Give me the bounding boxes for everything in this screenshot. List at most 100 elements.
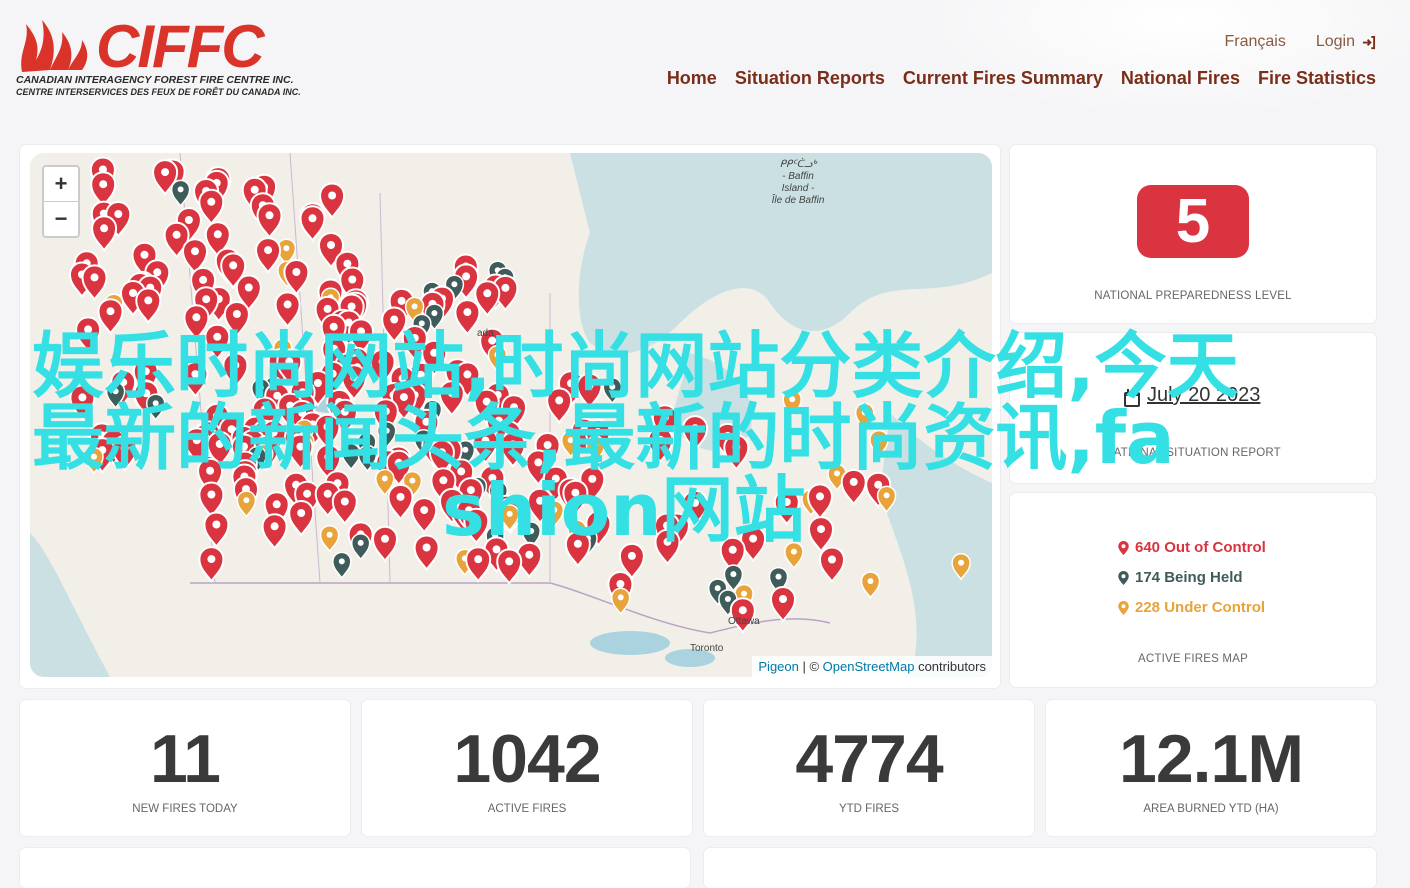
fire-marker[interactable] [782, 389, 802, 418]
fire-marker[interactable] [465, 546, 492, 584]
nav-home[interactable]: Home [667, 68, 717, 89]
fire-marker[interactable] [274, 291, 301, 329]
fire-marker[interactable] [560, 430, 581, 458]
nav-fire-statistics[interactable]: Fire Statistics [1258, 68, 1376, 89]
fire-marker[interactable] [840, 468, 867, 506]
fire-marker[interactable] [75, 316, 102, 354]
stat-label: NEW FIRES TODAY [132, 803, 238, 815]
fire-marker[interactable] [319, 524, 340, 553]
fire-marker[interactable] [472, 427, 499, 465]
preparedness-level-badge: 5 [1137, 185, 1249, 258]
stat-ytd-fires[interactable]: 4774 YTD FIRES [704, 700, 1034, 836]
fire-marker[interactable] [807, 516, 835, 553]
zoom-out-button[interactable]: − [44, 201, 78, 236]
fire-marker[interactable] [376, 420, 397, 449]
fire-marker[interactable] [97, 298, 124, 336]
fire-marker[interactable] [287, 433, 314, 471]
fire-marker[interactable] [411, 497, 438, 534]
ciffc-logo[interactable]: CIFFC CANADIAN INTERAGENCY FOREST FIRE C… [16, 10, 301, 100]
fire-marker[interactable] [463, 507, 490, 545]
fire-marker[interactable] [256, 202, 283, 240]
nav-national-fires[interactable]: National Fires [1121, 68, 1240, 89]
stat-active-fires[interactable]: 1042 ACTIVE FIRES [362, 700, 692, 836]
fire-marker[interactable] [438, 380, 465, 417]
fire-marker[interactable] [332, 551, 352, 580]
fire-marker[interactable] [562, 479, 589, 517]
fire-marker[interactable] [341, 443, 361, 471]
language-link[interactable]: Français [1224, 33, 1285, 51]
fire-marker[interactable] [723, 434, 750, 472]
fire-marker[interactable] [854, 402, 875, 431]
zoom-in-button[interactable]: + [44, 167, 78, 201]
fire-marker[interactable] [203, 511, 230, 549]
pigeon-link[interactable]: Pigeon [758, 659, 798, 674]
fire-marker[interactable] [198, 546, 225, 583]
fire-marker[interactable] [860, 571, 881, 599]
fire-marker[interactable] [111, 435, 138, 473]
legend-out-of-control: 640 Out of Control [1118, 539, 1266, 556]
fire-markers[interactable] [30, 153, 992, 677]
fire-marker[interactable] [496, 548, 523, 586]
fire-marker[interactable] [869, 429, 889, 458]
fire-marker[interactable] [204, 323, 231, 361]
fire-marker[interactable] [261, 513, 288, 551]
nav-situation-reports[interactable]: Situation Reports [735, 68, 885, 89]
fire-marker[interactable] [654, 528, 681, 566]
fire-marker[interactable] [182, 361, 209, 398]
situation-report-card[interactable]: July 20 2023 NATIONAL SITUATION REPORT [1010, 333, 1376, 483]
fire-marker[interactable] [135, 287, 162, 325]
fire-marker[interactable] [487, 344, 508, 373]
fire-marker[interactable] [145, 393, 166, 422]
situation-report-date[interactable]: July 20 2023 [1147, 384, 1260, 407]
nav-current-fires-summary[interactable]: Current Fires Summary [903, 68, 1103, 89]
fire-marker[interactable] [170, 179, 191, 208]
fire-marker[interactable] [413, 534, 440, 572]
fire-marker[interactable] [387, 483, 414, 521]
stat-area-burned-ytd[interactable]: 12.1M AREA BURNED YTD (HA) [1046, 700, 1376, 836]
map-pin-icon [1118, 600, 1129, 615]
fire-marker[interactable] [255, 237, 282, 274]
fire-marker[interactable] [818, 546, 846, 584]
fire-marker[interactable] [769, 585, 797, 623]
fire-marker[interactable] [602, 376, 623, 405]
active-fires-map-card[interactable]: 640 Out of Control 174 Being Held 228 Un… [1010, 493, 1376, 687]
fire-marker[interactable] [288, 499, 315, 537]
fire-marker[interactable] [773, 488, 800, 526]
fire-marker[interactable] [198, 481, 225, 519]
openstreetmap-link[interactable]: OpenStreetMap [823, 659, 915, 674]
fire-marker[interactable] [876, 485, 897, 514]
fire-marker[interactable] [357, 444, 378, 473]
fire-marker[interactable] [951, 552, 971, 581]
fire-marker[interactable] [454, 299, 481, 336]
fire-marker[interactable] [576, 372, 603, 410]
fire-marker[interactable] [331, 488, 358, 526]
fire-marker[interactable] [499, 431, 526, 469]
preparedness-card[interactable]: 5 NATIONAL PREPAREDNESS LEVEL [1010, 145, 1376, 323]
fire-marker[interactable] [198, 188, 225, 226]
ottawa-label: Ottawa [728, 616, 760, 627]
fire-marker[interactable] [299, 205, 326, 243]
fire-marker[interactable] [371, 525, 399, 563]
fire-marker[interactable] [647, 426, 674, 464]
fire-marker[interactable] [350, 533, 371, 561]
fire-marker[interactable] [283, 258, 310, 296]
fire-marker[interactable] [784, 541, 804, 570]
fire-marker[interactable] [81, 264, 108, 302]
login-link[interactable]: Login [1316, 33, 1376, 51]
fire-marker[interactable] [544, 500, 565, 528]
fire-marker[interactable] [546, 387, 573, 425]
bottom-card-right [704, 848, 1376, 888]
stat-new-fires-today[interactable]: 11 NEW FIRES TODAY [20, 700, 350, 836]
fire-marker[interactable] [564, 530, 591, 568]
fire-marker[interactable] [222, 352, 249, 390]
fire-marker[interactable] [610, 587, 631, 616]
map-attribution: Pigeon | © OpenStreetMap contributors [752, 656, 992, 677]
fire-marker[interactable] [585, 435, 606, 463]
fires-map[interactable]: ᑭᑭᑦᑖᓗᒃ - Baffin Island - Île de Baffin a… [30, 153, 992, 677]
fire-marker[interactable] [69, 384, 96, 422]
fire-marker[interactable] [682, 415, 709, 452]
map-pin-icon [1118, 570, 1129, 585]
fire-marker[interactable] [236, 490, 257, 518]
fire-marker[interactable] [314, 413, 341, 451]
fire-marker[interactable] [91, 215, 118, 253]
